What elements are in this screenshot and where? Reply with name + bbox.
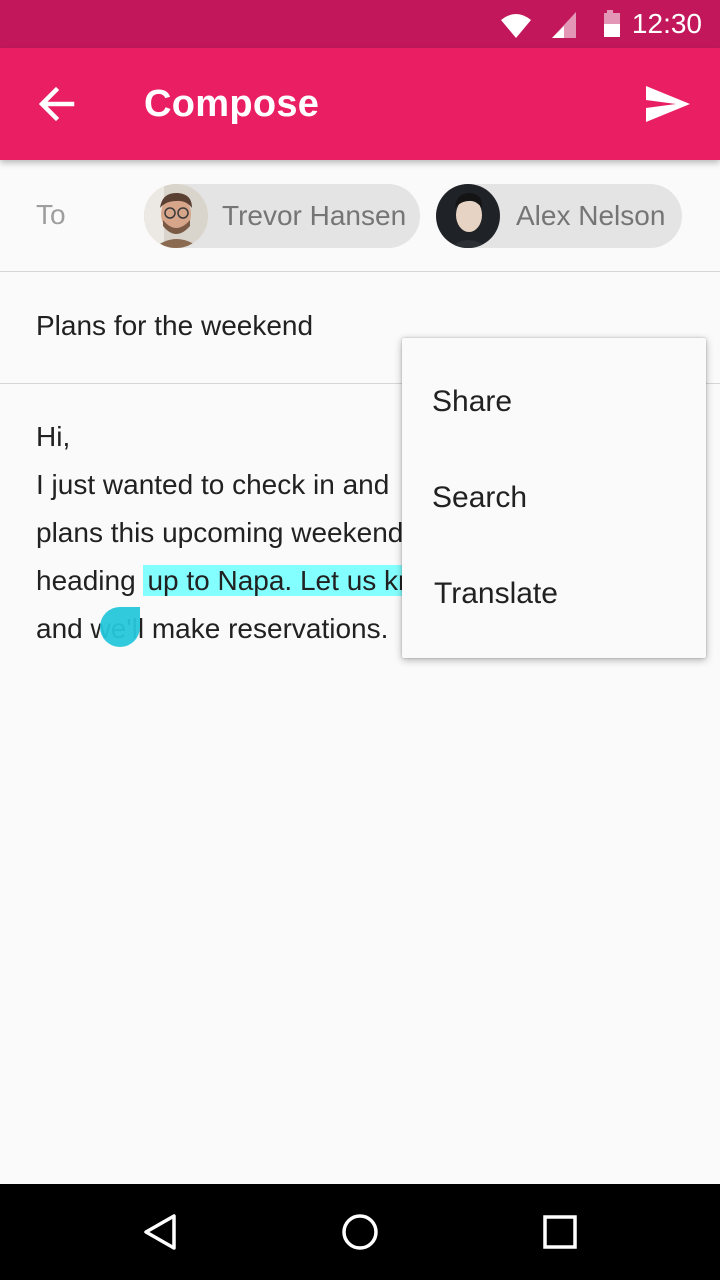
menu-item-translate[interactable]: Translate <box>402 546 706 642</box>
body-text: heading <box>36 565 144 596</box>
menu-item-label: Share <box>432 385 513 418</box>
body-line: Hi, <box>36 421 71 452</box>
to-label: To <box>36 199 66 230</box>
menu-item-label: Search <box>432 481 528 514</box>
send-button[interactable] <box>640 76 696 132</box>
app-title: Compose <box>144 83 320 125</box>
body-line: plans this upcoming weekend <box>36 517 404 548</box>
menu-item-share[interactable]: Share <box>402 354 706 450</box>
nav-home-icon <box>342 1214 378 1250</box>
menu-item-label: Translate <box>434 577 558 610</box>
context-menu: Share Search Translate <box>402 338 706 658</box>
body-line: heading up to Napa. Let us kn <box>36 557 418 605</box>
recipient-chip-trevor-hansen[interactable]: Trevor Hansen <box>144 184 420 248</box>
status-bar: 12:30 <box>0 0 720 48</box>
nav-back-button[interactable] <box>136 1208 184 1256</box>
navigation-bar <box>0 1184 720 1280</box>
selection-handle[interactable] <box>100 607 140 647</box>
recipient-name: Trevor Hansen <box>222 200 407 231</box>
menu-item-search[interactable]: Search <box>402 450 706 546</box>
recipient-chip-alex-nelson[interactable]: Alex Nelson <box>436 184 682 248</box>
body-line: I just wanted to check in and <box>36 469 390 500</box>
nav-recents-button[interactable] <box>536 1208 584 1256</box>
body-line: and we'll make reservations. <box>36 613 389 644</box>
cellular-signal-icon <box>552 12 576 38</box>
nav-recents-icon <box>543 1215 577 1249</box>
app-bar: Compose <box>0 48 720 160</box>
nav-back-icon <box>144 1214 176 1250</box>
nav-home-button[interactable] <box>336 1208 384 1256</box>
subject-field[interactable]: Plans for the weekend <box>36 306 313 346</box>
send-icon <box>646 86 690 122</box>
status-time: 12:30 <box>631 8 702 39</box>
arrow-back-icon <box>38 86 75 122</box>
avatar <box>436 184 500 248</box>
battery-icon <box>604 10 620 37</box>
recipients-row: To Trevor Hansen Alex Nelson <box>0 160 720 272</box>
recipient-name: Alex Nelson <box>516 200 666 231</box>
avatar <box>144 184 208 248</box>
wifi-icon <box>501 14 531 38</box>
back-button[interactable] <box>28 76 84 132</box>
selected-text[interactable]: up to Napa. Let us kn <box>143 565 418 596</box>
